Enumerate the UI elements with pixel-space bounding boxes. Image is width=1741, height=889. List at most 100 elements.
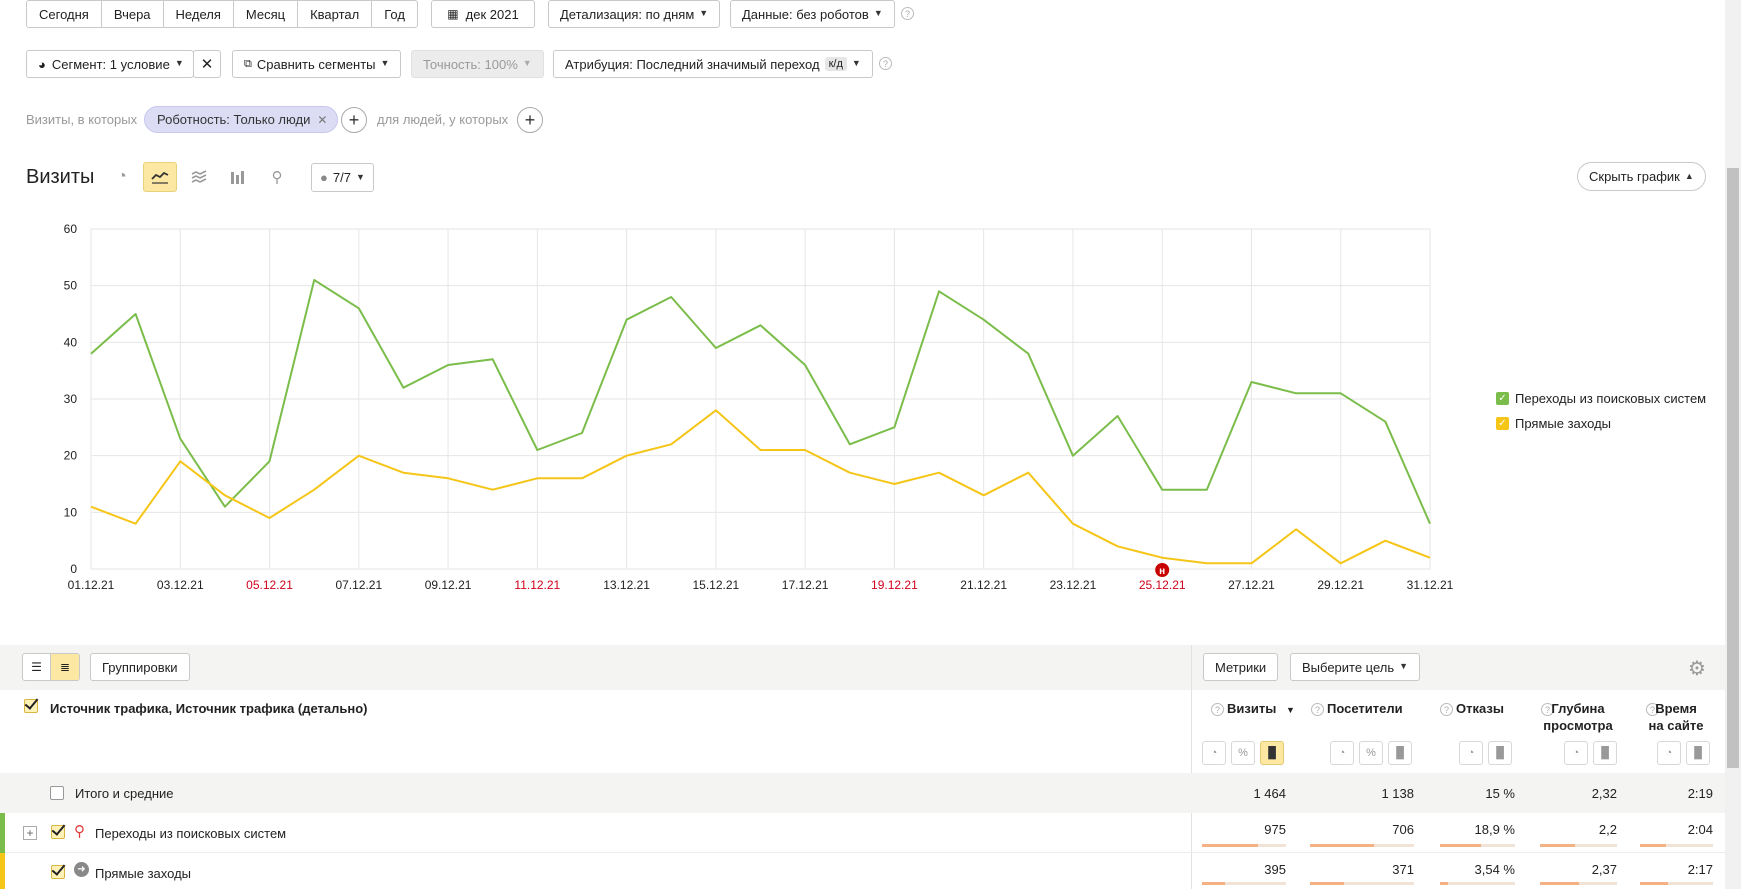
x-tick-label: 17.12.21 <box>782 578 829 592</box>
legend-checkbox[interactable]: ✓ <box>1496 417 1509 430</box>
row-visits: 975 <box>1264 822 1286 837</box>
row-time: 2:04 <box>1687 822 1713 837</box>
series-line-search <box>90 279 1431 525</box>
column-header-visitors[interactable]: Посетители <box>1327 700 1403 717</box>
bars-icon: ▐▌ <box>1492 747 1508 759</box>
arrow-in-icon: ➜ <box>74 862 89 877</box>
column-pie-button[interactable]: ◔ <box>1657 741 1681 765</box>
row-bounces: 3,54 % <box>1474 862 1515 877</box>
legend-item-search[interactable]: ✓ Переходы из поисковых систем <box>1496 391 1706 406</box>
y-tick-label: 30 <box>64 392 78 406</box>
x-tick-label: 11.12.21 <box>514 578 560 592</box>
x-tick-label: 15.12.21 <box>693 578 740 592</box>
column-percent-button[interactable]: % <box>1231 741 1255 765</box>
list-view-button[interactable]: ☰ <box>23 654 51 680</box>
metric-bar-fill <box>1640 844 1666 847</box>
help-icon[interactable]: ? <box>1311 703 1324 716</box>
y-tick-label: 20 <box>64 449 78 463</box>
gear-icon[interactable]: ⚙ <box>1688 656 1706 681</box>
bars-icon: ▐▌ <box>1690 747 1706 759</box>
percent-icon: % <box>1238 747 1248 759</box>
groupings-button[interactable]: Группировки <box>90 653 190 681</box>
help-icon[interactable]: ? <box>1440 703 1453 716</box>
column-bars-button[interactable]: ▐▌ <box>1260 741 1284 765</box>
row-label[interactable]: Прямые заходы <box>95 866 191 881</box>
column-pie-button[interactable]: ◔ <box>1330 741 1354 765</box>
totals-visits: 1 464 <box>1253 786 1286 801</box>
x-tick-label: 13.12.21 <box>603 578 650 592</box>
row-visitors: 371 <box>1392 862 1414 877</box>
percent-icon: % <box>1366 747 1376 759</box>
metric-bar-fill <box>1440 882 1448 885</box>
page-scrollbar[interactable] <box>1725 0 1741 889</box>
y-tick-label: 50 <box>64 279 78 293</box>
metric-bar-fill <box>1540 844 1575 847</box>
column-percent-button[interactable]: % <box>1359 741 1383 765</box>
x-tick-label: 19.12.21 <box>871 578 918 592</box>
totals-time: 2:19 <box>1687 786 1713 801</box>
totals-bounces: 15 % <box>1485 786 1515 801</box>
y-tick-label: 10 <box>64 505 78 519</box>
row-color-marker <box>0 813 5 853</box>
totals-visitors: 1 138 <box>1381 786 1414 801</box>
row-label[interactable]: Переходы из поисковых систем <box>95 826 286 841</box>
column-header-depth[interactable]: Глубина просмотра <box>1538 700 1618 734</box>
row-checkbox[interactable] <box>51 865 65 879</box>
metric-bar-fill <box>1440 844 1481 847</box>
dimension-header[interactable]: Источник трафика, Источник трафика (дета… <box>50 700 368 717</box>
row-visits: 395 <box>1264 862 1286 877</box>
x-tick-label: 03.12.21 <box>157 578 204 592</box>
column-bars-button[interactable]: ▐▌ <box>1686 741 1710 765</box>
legend-checkbox[interactable]: ✓ <box>1496 392 1509 405</box>
chevron-down-icon: ▼ <box>1399 661 1409 671</box>
view-toggle: ☰ ≣ <box>22 653 80 681</box>
column-pie-button[interactable]: ◔ <box>1564 741 1588 765</box>
dimension-checkbox[interactable] <box>24 699 38 713</box>
row-depth: 2,37 <box>1591 862 1617 877</box>
column-pie-button[interactable]: ◔ <box>1202 741 1226 765</box>
totals-depth: 2,32 <box>1591 786 1617 801</box>
help-icon[interactable]: ? <box>1211 703 1224 716</box>
metric-bar-fill <box>1640 882 1668 885</box>
row-checkbox[interactable] <box>51 825 65 839</box>
totals-checkbox[interactable] <box>50 786 64 800</box>
column-pie-button[interactable]: ◔ <box>1459 741 1483 765</box>
metric-bar-track <box>1440 882 1515 885</box>
pie-chart-icon: ◔ <box>1665 747 1673 759</box>
metrics-button[interactable]: Метрики <box>1203 653 1279 681</box>
x-tick-label: 07.12.21 <box>335 578 382 592</box>
legend-item-direct[interactable]: ✓ Прямые заходы <box>1496 416 1611 431</box>
bars-icon: ▐▌ <box>1264 747 1280 759</box>
totals-label: Итого и средние <box>75 786 174 801</box>
column-header-visits[interactable]: Визиты ▼ <box>1227 700 1295 719</box>
column-bars-button[interactable]: ▐▌ <box>1593 741 1617 765</box>
goal-label: Выберите цель <box>1302 659 1395 675</box>
x-tick-label: 27.12.21 <box>1228 578 1275 592</box>
y-tick-label: 60 <box>64 222 78 236</box>
column-header-bounces[interactable]: Отказы <box>1456 700 1504 717</box>
pie-chart-icon: ◔ <box>1572 747 1580 759</box>
magnifier-icon: ⚲ <box>74 823 85 840</box>
holiday-marker-label: н <box>1159 566 1165 577</box>
column-bars-button[interactable]: ▐▌ <box>1388 741 1412 765</box>
row-color-marker <box>0 853 5 889</box>
row-bounces: 18,9 % <box>1474 822 1515 837</box>
bars-icon: ▐▌ <box>1392 747 1408 759</box>
table-toolbar <box>0 645 1725 690</box>
x-tick-label: 29.12.21 <box>1317 578 1364 592</box>
metrics-label: Метрики <box>1215 659 1267 675</box>
column-label: Визиты <box>1227 701 1277 716</box>
row-visitors: 706 <box>1392 822 1414 837</box>
column-bars-button[interactable]: ▐▌ <box>1488 741 1512 765</box>
y-tick-label: 0 <box>70 562 77 576</box>
tree-view-button[interactable]: ≣ <box>51 654 79 680</box>
goal-dropdown[interactable]: Выберите цель ▼ <box>1290 653 1421 681</box>
x-tick-label: 25.12.21 <box>1139 578 1186 592</box>
column-header-time[interactable]: Время на сайте <box>1648 700 1704 734</box>
visits-line-chart: 0 10 20 30 40 50 60 01.12.21 03.12.21 05.12.21 07.… <box>64 222 1454 592</box>
pie-chart-icon: ◔ <box>1210 747 1218 759</box>
bars-icon: ▐▌ <box>1597 747 1613 759</box>
scrollbar-thumb[interactable] <box>1727 168 1739 768</box>
legend-label: Прямые заходы <box>1515 416 1612 431</box>
expand-row-button[interactable]: + <box>23 826 37 840</box>
